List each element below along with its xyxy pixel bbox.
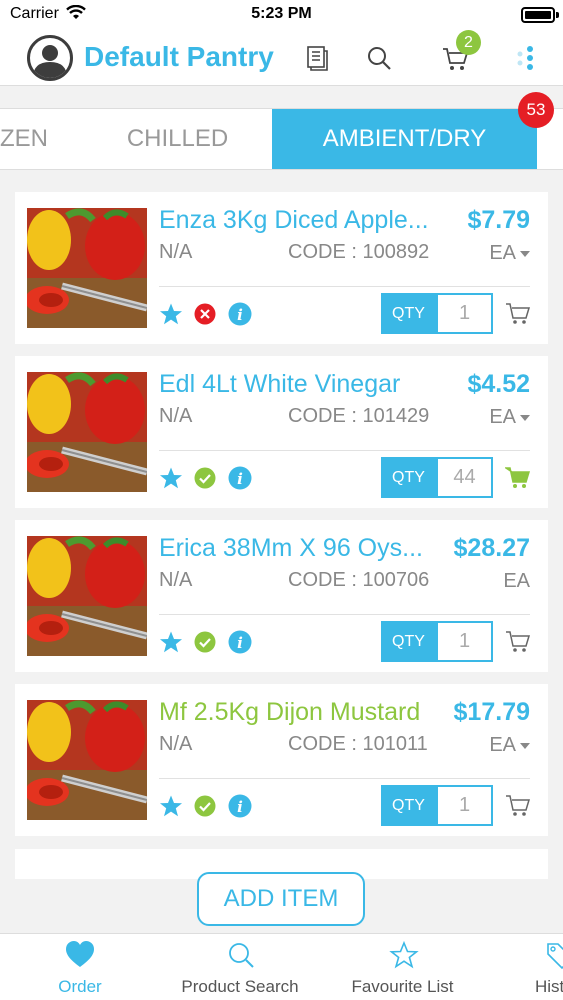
nav-label: Favourite List — [351, 977, 454, 996]
document-icon[interactable] — [303, 44, 331, 72]
category-tabs: ZEN CHILLED AMBIENT/DRY — [0, 108, 563, 170]
svg-text:i: i — [237, 798, 243, 816]
product-card[interactable]: Enza 3Kg Diced Apple... $7.79 N/A CODE :… — [15, 192, 548, 344]
chevron-down-icon — [520, 250, 530, 257]
quantity-input[interactable]: 1 — [436, 621, 493, 662]
product-card[interactable]: Edl 4Lt White Vinegar $4.52 N/A CODE : 1… — [15, 356, 548, 508]
info-icon[interactable]: i — [228, 466, 252, 490]
svg-text:i: i — [237, 306, 243, 324]
product-thumbnail — [27, 372, 147, 492]
unit-selector[interactable]: EA — [489, 734, 530, 757]
qty-label: QTY — [381, 457, 436, 498]
info-icon[interactable]: i — [228, 794, 252, 818]
divider — [159, 778, 530, 779]
product-name[interactable]: Enza 3Kg Diced Apple... — [159, 206, 447, 235]
nav-label: Product Search — [181, 977, 299, 996]
add-to-cart-icon[interactable] — [505, 628, 531, 654]
divider — [159, 614, 530, 615]
product-code: CODE : 100892 — [288, 241, 430, 263]
unit-selector[interactable]: EA — [489, 242, 530, 265]
divider — [159, 450, 530, 451]
nav-item-favourite-list[interactable]: Favourite List — [320, 934, 485, 1000]
bottom-nav: Order Product Search Favourite List Hist — [0, 933, 563, 1000]
heart-icon — [66, 941, 94, 967]
product-code: CODE : 101429 — [288, 405, 430, 427]
product-price: $7.79 — [467, 206, 530, 234]
product-sku: N/A — [159, 405, 193, 427]
product-thumbnail — [27, 700, 147, 820]
product-code: CODE : 100706 — [288, 569, 430, 591]
avatar-icon[interactable] — [27, 35, 73, 81]
product-thumbnail — [27, 536, 147, 656]
product-sku: N/A — [159, 241, 193, 263]
cart-count-badge: 2 — [456, 30, 481, 55]
product-price: $28.27 — [453, 534, 530, 562]
search-icon — [229, 943, 254, 968]
unavailable-icon — [194, 303, 216, 325]
product-code: CODE : 101011 — [288, 733, 428, 755]
nav-item-order[interactable]: Order — [0, 934, 160, 1000]
available-check-icon — [194, 795, 216, 817]
add-to-cart-icon[interactable] — [505, 300, 531, 326]
tab-ambient-dry[interactable]: AMBIENT/DRY — [272, 109, 537, 169]
dots-menu-icon[interactable] — [512, 44, 540, 72]
favourite-star-icon[interactable] — [159, 466, 183, 490]
favourite-star-icon[interactable] — [159, 630, 183, 654]
unit-label: EA — [489, 406, 516, 428]
status-bar: Carrier 5:23 PM — [0, 0, 563, 30]
tab-count-badge: 53 — [518, 92, 554, 128]
qty-label: QTY — [381, 621, 436, 662]
product-price: $4.52 — [467, 370, 530, 398]
star-icon — [389, 940, 419, 969]
tag-icon — [547, 943, 563, 970]
nav-label: Hist — [535, 977, 563, 996]
available-check-icon — [194, 631, 216, 653]
battery-tip — [556, 12, 559, 18]
product-name[interactable]: Mf 2.5Kg Dijon Mustard — [159, 698, 447, 727]
quantity-input[interactable]: 44 — [436, 457, 493, 498]
info-icon[interactable]: i — [228, 302, 252, 326]
product-price: $17.79 — [453, 698, 530, 726]
svg-text:i: i — [237, 470, 243, 488]
unit-label: EA — [503, 570, 530, 592]
favourite-star-icon[interactable] — [159, 794, 183, 818]
favourite-star-icon[interactable] — [159, 302, 183, 326]
product-name[interactable]: Edl 4Lt White Vinegar — [159, 370, 447, 399]
quantity-input[interactable]: 1 — [436, 293, 493, 334]
add-item-button[interactable]: ADD ITEM — [197, 872, 365, 926]
available-check-icon — [194, 467, 216, 489]
quantity-input[interactable]: 1 — [436, 785, 493, 826]
product-name[interactable]: Erica 38Mm X 96 Oys... — [159, 534, 447, 563]
battery-icon — [521, 7, 555, 23]
nav-label: Order — [58, 977, 102, 996]
product-sku: N/A — [159, 569, 193, 591]
app-header: Default Pantry 2 — [0, 30, 563, 86]
info-icon[interactable]: i — [228, 630, 252, 654]
product-card[interactable]: Mf 2.5Kg Dijon Mustard $17.79 N/A CODE :… — [15, 684, 548, 836]
status-time: 5:23 PM — [251, 5, 312, 22]
qty-label: QTY — [381, 293, 436, 334]
page-title: Default Pantry — [84, 41, 274, 72]
unit-label: EA — [489, 242, 516, 264]
search-icon[interactable] — [365, 44, 393, 72]
qty-label: QTY — [381, 785, 436, 826]
in-cart-icon[interactable] — [505, 464, 531, 490]
product-sku: N/A — [159, 733, 193, 755]
unit-label: EA — [489, 734, 516, 756]
chevron-down-icon — [520, 414, 530, 421]
nav-item-product-search[interactable]: Product Search — [160, 934, 320, 1000]
add-to-cart-icon[interactable] — [505, 792, 531, 818]
nav-item-history[interactable]: Hist — [485, 934, 563, 1000]
chevron-down-icon — [520, 742, 530, 749]
tab-frozen[interactable]: ZEN — [0, 109, 60, 169]
svg-text:i: i — [237, 634, 243, 652]
tab-chilled[interactable]: CHILLED — [100, 109, 255, 169]
unit-selector[interactable]: EA — [489, 406, 530, 429]
product-card[interactable]: Erica 38Mm X 96 Oys... $28.27 N/A CODE :… — [15, 520, 548, 672]
product-thumbnail — [27, 208, 147, 328]
divider — [159, 286, 530, 287]
